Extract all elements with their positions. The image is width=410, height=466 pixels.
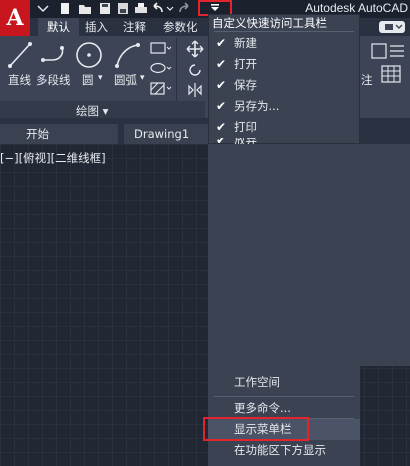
menu-item-label: 打印 — [234, 120, 257, 134]
circle-tool-label[interactable]: 圆 — [82, 72, 94, 88]
ellipse-tool-icon[interactable] — [150, 62, 172, 74]
menu-item-workspace[interactable]: 工作空间 — [208, 372, 360, 393]
line-tool-label[interactable]: 直线 — [8, 72, 31, 88]
menu-item-save-as[interactable]: ✔ 另存为... — [208, 96, 360, 117]
checkmark-icon: ✔ — [216, 138, 226, 144]
print-icon[interactable] — [134, 2, 148, 15]
menu-item-label: 在功能区下方显示 — [234, 443, 326, 457]
arc-dropdown-icon[interactable]: ▾ — [140, 73, 145, 83]
menu-divider — [214, 31, 354, 32]
annotation-highlight-box — [203, 417, 309, 441]
save-as-icon[interactable] — [116, 2, 130, 15]
workspace-switch-icon[interactable] — [378, 19, 406, 35]
app-title: Autodesk AutoCAD — [305, 1, 408, 15]
menu-item-save[interactable]: ✔ 保存 — [208, 75, 360, 96]
checkmark-icon: ✔ — [216, 57, 227, 71]
menu-item-label: 放弃 — [234, 138, 257, 144]
annotate-tool-label[interactable]: 注 — [361, 72, 373, 88]
undo-dropdown-icon[interactable] — [166, 2, 174, 15]
menu-item-print[interactable]: ✔ 打印 — [208, 117, 360, 138]
table-tool-icon[interactable] — [380, 64, 404, 84]
menu-item-label: 工作空间 — [234, 375, 280, 389]
checkmark-icon: ✔ — [216, 36, 227, 50]
menu-item-label: 保存 — [234, 78, 257, 92]
menu-item-more-commands[interactable]: 更多命令... — [208, 398, 360, 419]
qat-menu-arrow-icon[interactable] — [36, 2, 50, 15]
circle-dropdown-icon[interactable]: ▾ — [98, 73, 103, 83]
rectangle-tool-icon[interactable] — [150, 42, 172, 54]
circle-tool-icon[interactable] — [74, 40, 104, 70]
open-folder-icon[interactable] — [78, 2, 92, 15]
tab-drawing1[interactable]: Drawing1 — [124, 124, 208, 144]
move-tool-icon[interactable] — [186, 40, 204, 58]
menu-item-new[interactable]: ✔ 新建 — [208, 33, 360, 54]
viewport-controls[interactable]: [−][俯视][二维线框] — [0, 150, 106, 166]
mirror-tool-icon[interactable] — [186, 82, 204, 98]
checkmark-icon: ✔ — [216, 120, 227, 134]
annotation-tool-icon[interactable] — [370, 40, 406, 62]
line-tool-icon[interactable] — [6, 40, 34, 70]
arc-tool-label[interactable]: 圆弧 — [114, 72, 137, 88]
polyline-tool-icon[interactable] — [40, 40, 70, 70]
rotate-tool-icon[interactable] — [186, 62, 204, 78]
menu-item-open[interactable]: ✔ 打开 — [208, 54, 360, 75]
draw-group-label[interactable]: 绘图 ▾ — [76, 103, 108, 119]
tab-parametric[interactable]: 参数化 — [154, 18, 207, 36]
menu-header: 自定义快速访问工具栏 — [212, 16, 327, 30]
save-icon[interactable] — [98, 2, 112, 15]
arc-tool-icon[interactable] — [112, 40, 142, 70]
checkmark-icon: ✔ — [216, 99, 227, 113]
chevron-down-icon — [211, 4, 219, 11]
tab-default[interactable]: 默认 — [38, 18, 79, 36]
hatch-tool-icon[interactable] — [150, 82, 172, 95]
tab-insert[interactable]: 插入 — [76, 18, 117, 36]
redo-icon[interactable] — [178, 2, 192, 15]
menu-divider — [214, 396, 354, 397]
qat-customize-menu-body — [208, 144, 410, 366]
application-menu-button[interactable]: A — [0, 0, 30, 36]
menu-item-undo[interactable]: ✔ 放弃 — [208, 138, 360, 144]
menu-item-show-below-ribbon[interactable]: 在功能区下方显示 — [208, 440, 360, 461]
polyline-tool-label[interactable]: 多段线 — [36, 72, 71, 88]
tab-start[interactable]: 开始 — [0, 124, 118, 144]
menu-item-label: 另存为... — [234, 99, 280, 113]
tab-annotate[interactable]: 注释 — [114, 18, 155, 36]
new-file-icon[interactable] — [58, 2, 72, 15]
menu-item-label: 新建 — [234, 36, 257, 50]
undo-icon[interactable] — [150, 2, 164, 15]
checkmark-icon: ✔ — [216, 78, 227, 92]
menu-item-label: 打开 — [234, 57, 257, 71]
menu-item-label: 更多命令... — [234, 401, 291, 415]
